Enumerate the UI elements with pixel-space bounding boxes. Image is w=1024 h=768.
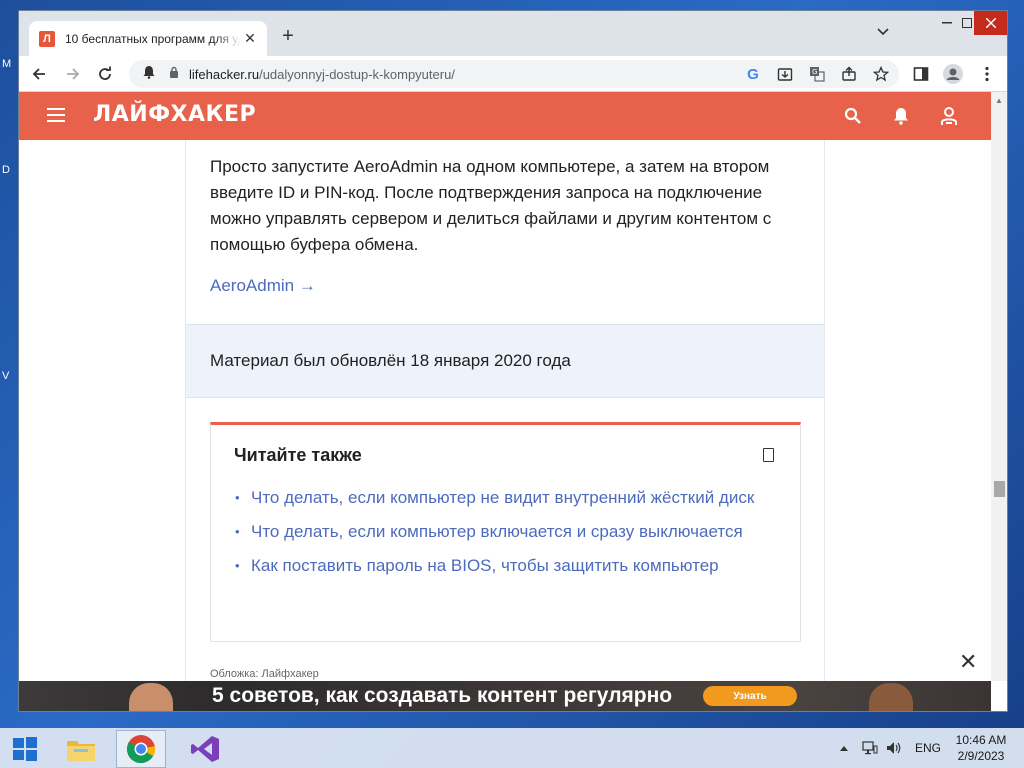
new-tab-button[interactable]: + — [277, 25, 299, 48]
bookmark-icon[interactable] — [763, 448, 774, 462]
updated-notice: Материал был обновлён 18 января 2020 год… — [186, 324, 824, 398]
user-icon[interactable] — [937, 104, 961, 128]
updated-text: Материал был обновлён 18 января 2020 год… — [210, 351, 571, 370]
search-icon[interactable] — [841, 104, 865, 128]
bookmark-star-icon[interactable] — [869, 62, 893, 86]
chrome-taskbar-icon[interactable] — [116, 730, 166, 768]
menu-kebab-icon[interactable] — [975, 62, 999, 86]
aeroadmin-link[interactable]: AeroAdmin → — [210, 276, 316, 296]
content-border-left — [185, 140, 186, 681]
site-logo[interactable]: ЛАЙФХАКЕР — [93, 102, 256, 127]
browser-tab[interactable]: Л 10 бесплатных программ для удалённого … — [29, 21, 267, 56]
back-button[interactable] — [27, 62, 51, 86]
install-app-icon[interactable] — [773, 62, 797, 86]
image-credit: Обложка: Лайфхакер — [210, 668, 319, 680]
clock[interactable]: 10:46 AM 2/9/2023 — [950, 732, 1012, 764]
desktop-edge: M D V — [0, 0, 18, 712]
lock-icon[interactable] — [169, 65, 179, 83]
scroll-up-arrow-icon[interactable]: ▲ — [995, 96, 1003, 105]
clock-time: 10:46 AM — [955, 733, 1007, 747]
clock-date: 2/9/2023 — [957, 749, 1005, 763]
page-content: Просто запустите AeroAdmin на одном комп… — [19, 140, 991, 681]
site-favicon: Л — [39, 30, 55, 47]
related-link[interactable]: Что делать, если компьютер включается и … — [235, 519, 775, 545]
close-ad-icon[interactable]: ✕ — [959, 649, 977, 675]
related-articles: Читайте также Что делать, если компьютер… — [210, 422, 801, 642]
scrollbar[interactable]: ▲ — [991, 92, 1007, 681]
visual-studio-icon[interactable] — [180, 730, 230, 768]
notifications-blocked-icon[interactable] — [143, 65, 155, 84]
ad-banner[interactable]: 5 советов, как создавать контент регуляр… — [19, 681, 991, 711]
taskbar: ENG 10:46 AM 2/9/2023 — [0, 728, 1024, 768]
desktop-icon-label: D — [2, 164, 10, 176]
url-text: lifehacker.ru/udalyonnyj-dostup-k-kompyu… — [189, 66, 455, 82]
site-header: ЛАЙФХАКЕР — [19, 92, 991, 140]
forward-button[interactable] — [61, 62, 85, 86]
close-window-button[interactable] — [974, 11, 1007, 35]
reload-button[interactable] — [93, 62, 117, 86]
ad-text[interactable]: 5 советов, как создавать контент регуляр… — [212, 684, 672, 708]
bell-icon[interactable] — [889, 104, 913, 128]
browser-window: Л 10 бесплатных программ для удалённого … — [18, 10, 1008, 712]
scrollbar-thumb[interactable] — [994, 481, 1005, 497]
translate-icon[interactable]: G — [805, 62, 829, 86]
svg-text:G: G — [812, 68, 817, 76]
google-icon[interactable]: G — [741, 62, 765, 86]
language-indicator[interactable]: ENG — [915, 728, 941, 768]
profile-avatar[interactable] — [941, 62, 965, 86]
close-tab-icon[interactable]: ✕ — [241, 30, 259, 47]
ad-person-image — [869, 683, 913, 711]
network-icon[interactable] — [862, 728, 878, 768]
related-title: Читайте также — [234, 445, 362, 465]
tab-title: 10 бесплатных программ для удалённого до… — [65, 31, 241, 46]
hamburger-menu-icon[interactable] — [47, 108, 65, 122]
browser-toolbar: lifehacker.ru/udalyonnyj-dostup-k-kompyu… — [19, 56, 1007, 92]
ad-learn-more-button[interactable]: Узнать — [703, 686, 797, 706]
desktop-icon-label: M — [2, 58, 12, 70]
related-list: Что делать, если компьютер не видит внут… — [235, 485, 775, 587]
content-border-right — [824, 140, 825, 681]
desktop-icon-label: V — [2, 370, 10, 382]
ad-person-image — [129, 683, 173, 711]
related-link[interactable]: Как поставить пароль на BIOS, чтобы защи… — [235, 553, 775, 579]
article-paragraph: Просто запустите AeroAdmin на одном комп… — [210, 157, 772, 254]
tab-search-icon[interactable] — [877, 25, 889, 39]
start-button[interactable] — [0, 730, 50, 768]
share-icon[interactable] — [837, 62, 861, 86]
side-panel-icon[interactable] — [909, 62, 933, 86]
file-explorer-icon[interactable] — [56, 730, 106, 768]
show-hidden-icons[interactable] — [840, 728, 848, 768]
volume-icon[interactable] — [886, 728, 902, 768]
tab-strip: Л 10 бесплатных программ для удалённого … — [19, 11, 1007, 56]
related-link[interactable]: Что делать, если компьютер не видит внут… — [235, 485, 775, 511]
